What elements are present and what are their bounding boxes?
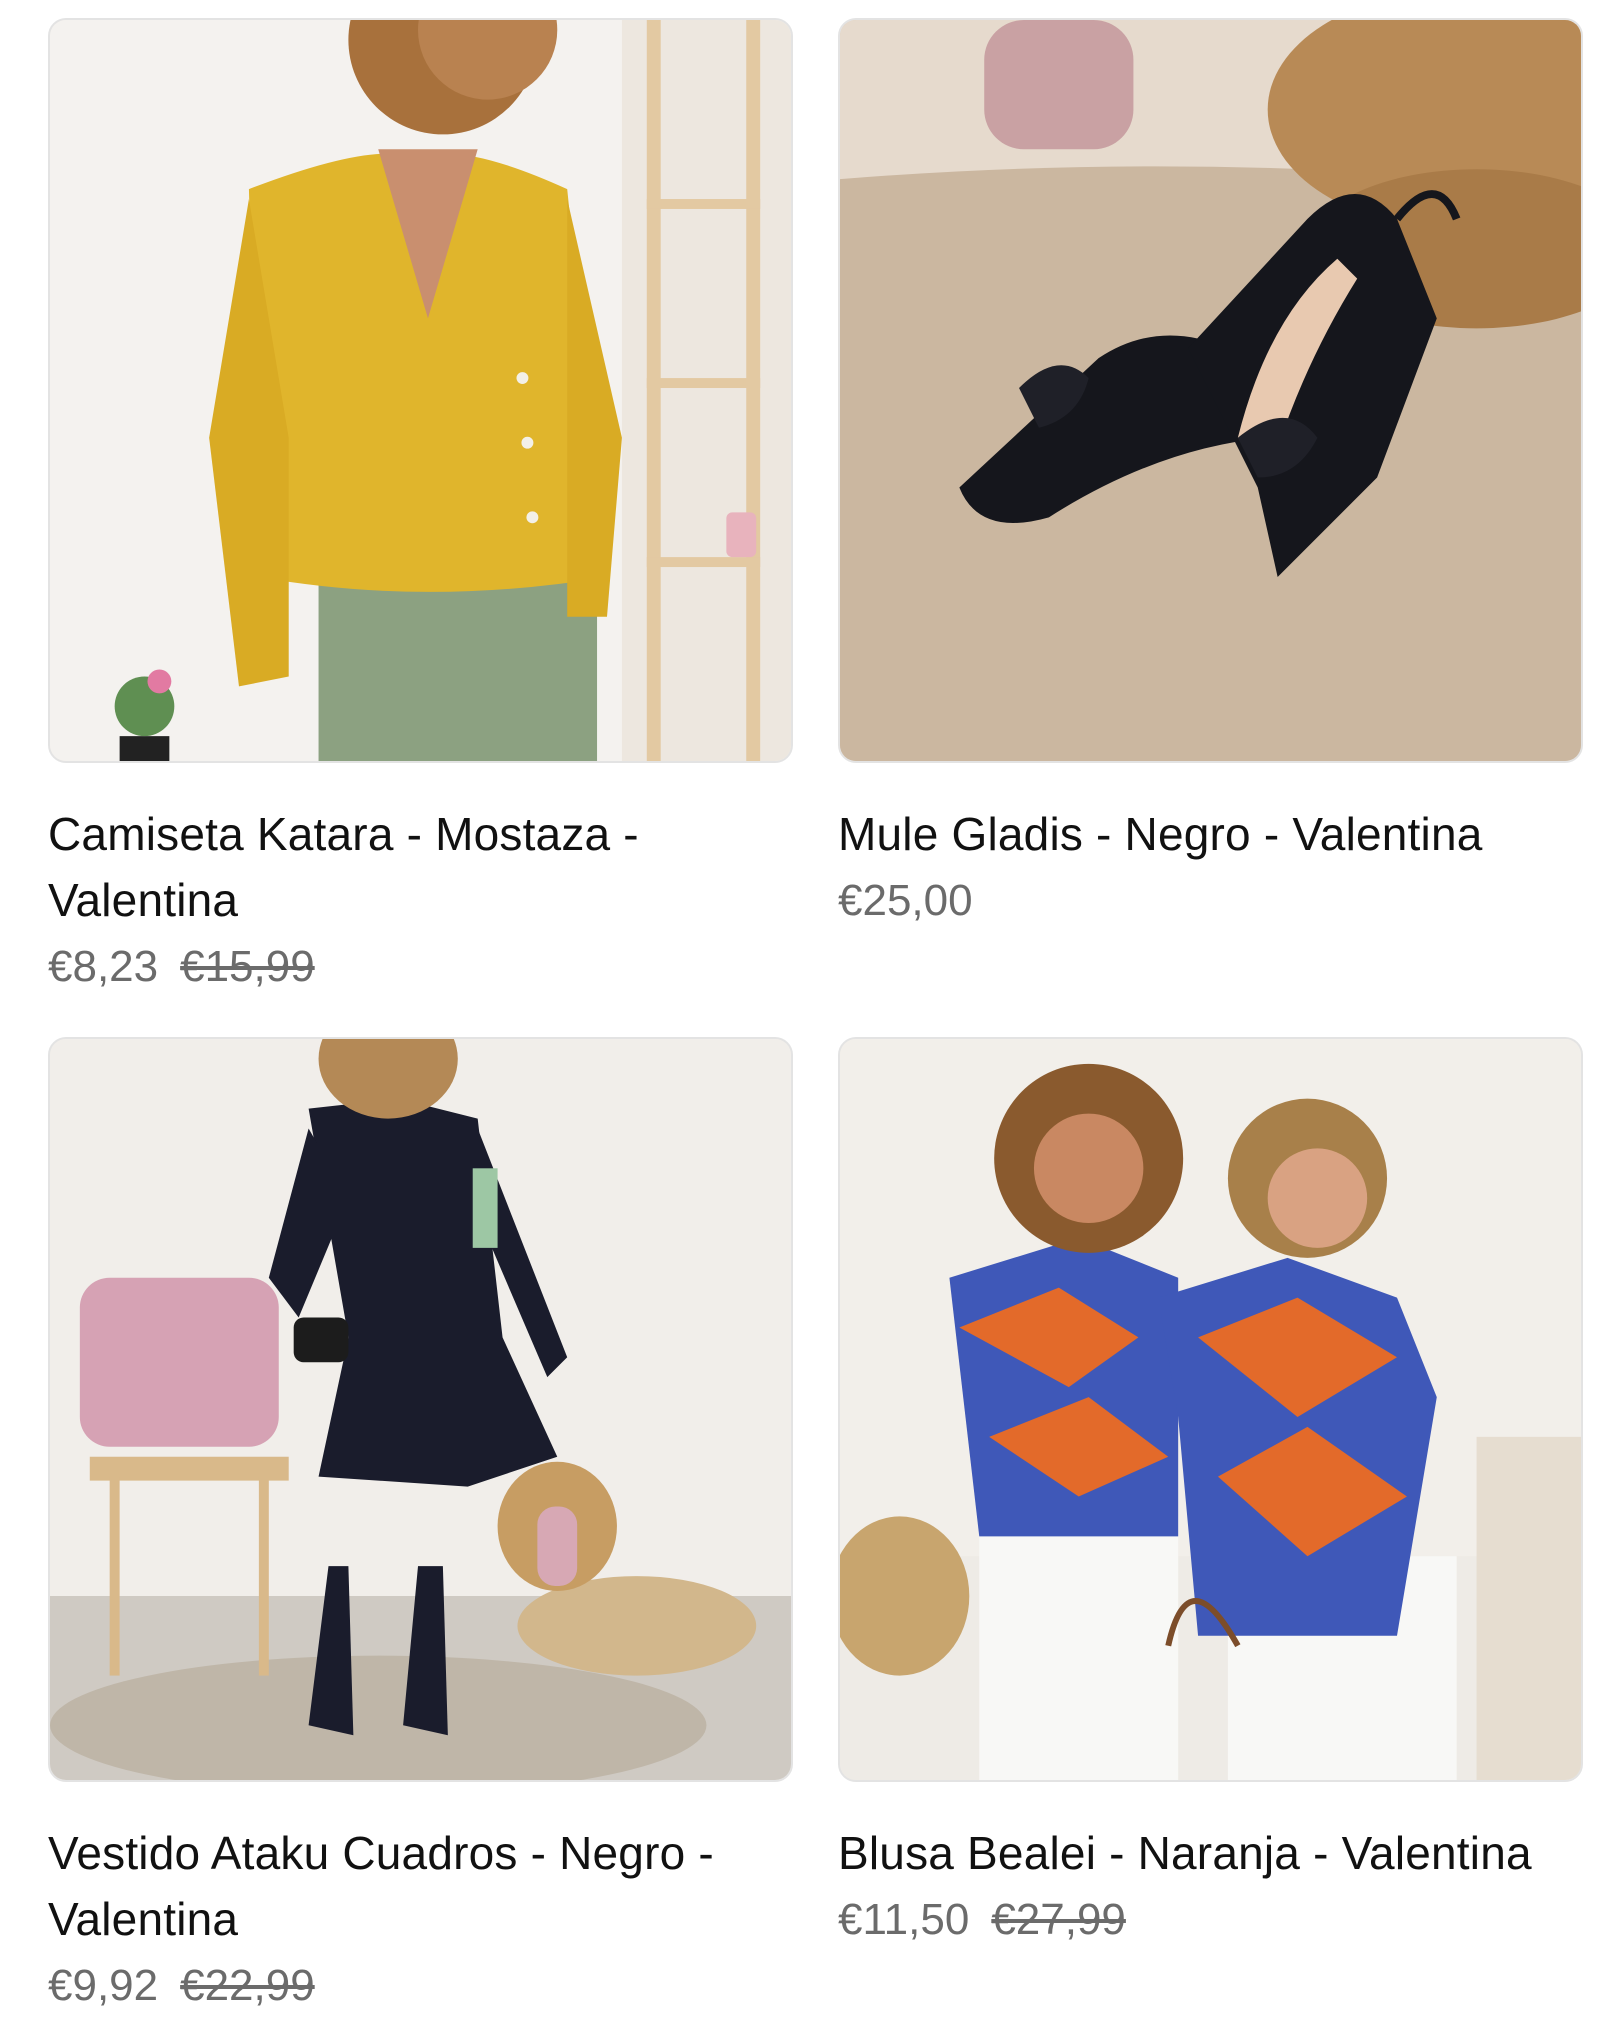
price-row: €25,00: [838, 871, 1583, 931]
compare-at-price: €15,99: [180, 942, 315, 991]
product-image[interactable]: [838, 1037, 1583, 1782]
product-title[interactable]: Mule Gladis - Negro - Valentina: [838, 801, 1583, 867]
price-row: €11,50 €27,99: [838, 1890, 1583, 1950]
price-row: €9,92 €22,99: [48, 1956, 793, 2016]
product-card[interactable]: Vestido Ataku Cuadros - Negro - Valentin…: [48, 1037, 793, 2016]
product-card[interactable]: Camiseta Katara - Mostaza - Valentina €8…: [48, 18, 793, 997]
product-title[interactable]: Blusa Bealei - Naranja - Valentina: [838, 1820, 1583, 1886]
product-image[interactable]: [838, 18, 1583, 763]
product-photo-mules: [840, 20, 1581, 761]
product-title[interactable]: Vestido Ataku Cuadros - Negro - Valentin…: [48, 1820, 793, 1952]
product-image[interactable]: [48, 18, 793, 763]
product-photo-cardigan: [50, 20, 791, 761]
product-photo-dress: [50, 1039, 791, 1780]
compare-at-price: €27,99: [991, 1895, 1126, 1944]
price-row: €8,23 €15,99: [48, 937, 793, 997]
product-card[interactable]: Blusa Bealei - Naranja - Valentina €11,5…: [838, 1037, 1583, 2016]
product-title[interactable]: Camiseta Katara - Mostaza - Valentina: [48, 801, 793, 933]
product-image[interactable]: [48, 1037, 793, 1782]
sale-price: €11,50: [838, 1895, 970, 1944]
regular-price: €25,00: [838, 876, 973, 925]
product-card[interactable]: Mule Gladis - Negro - Valentina €25,00: [838, 18, 1583, 997]
compare-at-price: €22,99: [180, 1961, 315, 2010]
sale-price: €8,23: [48, 942, 159, 991]
product-photo-blouses: [840, 1039, 1581, 1780]
product-grid: Camiseta Katara - Mostaza - Valentina €8…: [48, 18, 1583, 2016]
sale-price: €9,92: [48, 1961, 159, 2010]
